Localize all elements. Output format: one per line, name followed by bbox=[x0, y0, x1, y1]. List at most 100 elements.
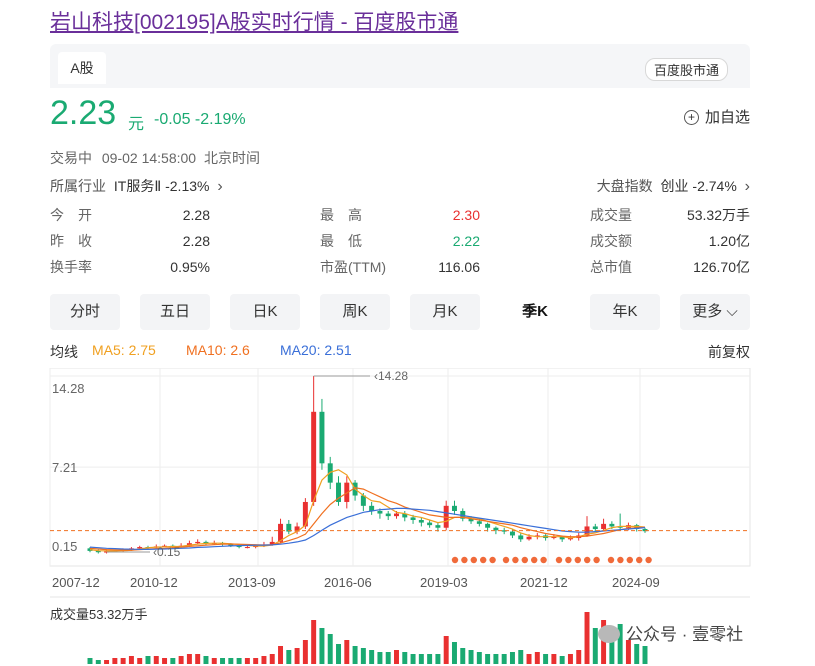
volume-bar bbox=[451, 642, 457, 664]
stat-label: 成交额 bbox=[590, 233, 632, 249]
ma5-value: MA5: 2.75 bbox=[92, 342, 156, 358]
stat-value: 2.22 bbox=[452, 233, 480, 249]
brand-badge[interactable]: 百度股市通 bbox=[644, 58, 728, 81]
min-price-label: ‹0.15 bbox=[153, 545, 181, 559]
event-dot bbox=[531, 556, 538, 564]
volume-bar bbox=[336, 644, 341, 664]
period-tab[interactable]: 分时 bbox=[50, 294, 120, 330]
candle-body bbox=[311, 411, 317, 502]
volume-bar bbox=[402, 652, 408, 664]
y-tick-label: 14.28 bbox=[52, 381, 85, 396]
x-tick-label: 2016-06 bbox=[324, 575, 372, 590]
candle-body bbox=[244, 547, 250, 549]
chevron-right-icon: › bbox=[217, 178, 223, 195]
volume-bar bbox=[253, 658, 259, 664]
y-tick-label: 7.21 bbox=[52, 460, 77, 475]
stat-value: 53.32万手 bbox=[686, 207, 750, 223]
status-timezone: 北京时间 bbox=[203, 150, 260, 166]
period-tabs: 分时 五日 日K 周K 月K 季K 年K 更多 ⌵ bbox=[50, 294, 750, 330]
volume-bar bbox=[418, 654, 424, 664]
stat-value: 126.70亿 bbox=[693, 259, 750, 275]
ma20-line bbox=[89, 507, 646, 550]
volume-bar bbox=[385, 652, 391, 664]
add-watchlist-button[interactable]: + 加自选 bbox=[683, 106, 750, 127]
ma10-value: MA10: 2.6 bbox=[186, 342, 250, 358]
status-text: 交易中 bbox=[50, 150, 92, 166]
volume-bar bbox=[360, 648, 366, 664]
change-percent: -2.19% bbox=[194, 111, 246, 128]
candle-body bbox=[377, 510, 383, 514]
event-dot bbox=[584, 556, 591, 564]
stat-label: 换手率 bbox=[50, 259, 92, 275]
stat-value: 1.20亿 bbox=[708, 233, 750, 249]
max-price-label: ‹14.28 bbox=[374, 369, 408, 383]
page-title[interactable]: 岩山科技[002195]A股实时行情 - 百度股市通 bbox=[50, 6, 458, 36]
adjust-toggle[interactable]: 前复权 bbox=[708, 342, 750, 362]
volume-bar bbox=[584, 612, 590, 664]
candle-body bbox=[410, 517, 416, 521]
event-dot bbox=[480, 556, 487, 564]
x-tick-label: 2024-09 bbox=[612, 575, 660, 590]
volume-bar bbox=[186, 654, 192, 664]
stat-value: 0.95% bbox=[170, 259, 210, 275]
candle-body bbox=[195, 541, 201, 544]
price-unit: 元 bbox=[128, 116, 145, 133]
event-dot bbox=[617, 556, 624, 564]
stat-value: 2.28 bbox=[182, 207, 210, 223]
industry-link[interactable]: 所属行业 IT服务Ⅱ -2.13% › bbox=[50, 176, 223, 196]
candle-body bbox=[518, 535, 524, 540]
event-dot bbox=[470, 556, 477, 564]
candle-body bbox=[418, 520, 424, 523]
volume-bar bbox=[534, 652, 540, 664]
candle-body bbox=[485, 523, 491, 528]
volume-bar bbox=[377, 652, 383, 664]
period-tab[interactable]: 日K bbox=[230, 294, 300, 330]
volume-bar bbox=[112, 658, 118, 664]
event-dot bbox=[489, 556, 496, 564]
volume-bar bbox=[286, 650, 292, 664]
x-tick-label: 2010-12 bbox=[130, 575, 178, 590]
period-tab[interactable]: 季K bbox=[500, 294, 570, 330]
volume-bar bbox=[261, 656, 267, 664]
market-label: 大盘指数 bbox=[596, 178, 653, 194]
period-tab[interactable]: 年K bbox=[590, 294, 660, 330]
price-row: 2.23 元 -0.05 -2.19% + 加自选 bbox=[50, 94, 750, 134]
candle-body bbox=[592, 526, 598, 530]
volume-bar bbox=[302, 640, 308, 664]
market-index-link[interactable]: 大盘指数 创业 -2.74% › bbox=[597, 176, 750, 196]
volume-bar bbox=[203, 656, 209, 664]
volume-bar bbox=[642, 646, 648, 664]
tab-a-share[interactable]: A股 bbox=[58, 52, 106, 84]
volume-bar bbox=[509, 652, 515, 664]
event-dot bbox=[555, 556, 563, 564]
period-tab[interactable]: 五日 bbox=[140, 294, 210, 330]
period-tab[interactable]: 月K bbox=[410, 294, 480, 330]
x-tick-label: 2013-09 bbox=[228, 575, 276, 590]
candle-body bbox=[476, 521, 482, 524]
volume-bar bbox=[634, 644, 640, 664]
ma-legend: 均线 MA5: 2.75 MA10: 2.6 MA20: 2.51 前复权 bbox=[50, 342, 750, 362]
candle-body bbox=[609, 523, 615, 527]
volume-bar bbox=[178, 656, 184, 664]
event-dot bbox=[593, 556, 600, 564]
period-tab[interactable]: 周K bbox=[320, 294, 390, 330]
volume-bar bbox=[228, 658, 234, 664]
candle-body bbox=[319, 411, 325, 464]
volume-bar bbox=[460, 648, 466, 664]
period-tab[interactable]: 更多 ⌵ bbox=[680, 294, 750, 330]
volume-bar bbox=[128, 656, 134, 664]
volume-bar bbox=[104, 660, 110, 664]
industry-label: 所属行业 bbox=[50, 178, 106, 194]
volume-bar bbox=[137, 658, 143, 664]
y-tick-label: 0.15 bbox=[52, 539, 77, 554]
volume-bar bbox=[443, 636, 449, 664]
volume-bar bbox=[551, 654, 557, 664]
volume-bar bbox=[145, 656, 151, 664]
stat-value: 2.28 bbox=[182, 233, 210, 249]
volume-bar bbox=[352, 646, 358, 664]
volume-bar bbox=[170, 658, 176, 664]
event-dot bbox=[636, 556, 643, 564]
stat-label: 昨 收 bbox=[50, 233, 92, 249]
event-dot bbox=[565, 556, 572, 564]
plus-icon: + bbox=[683, 110, 699, 125]
